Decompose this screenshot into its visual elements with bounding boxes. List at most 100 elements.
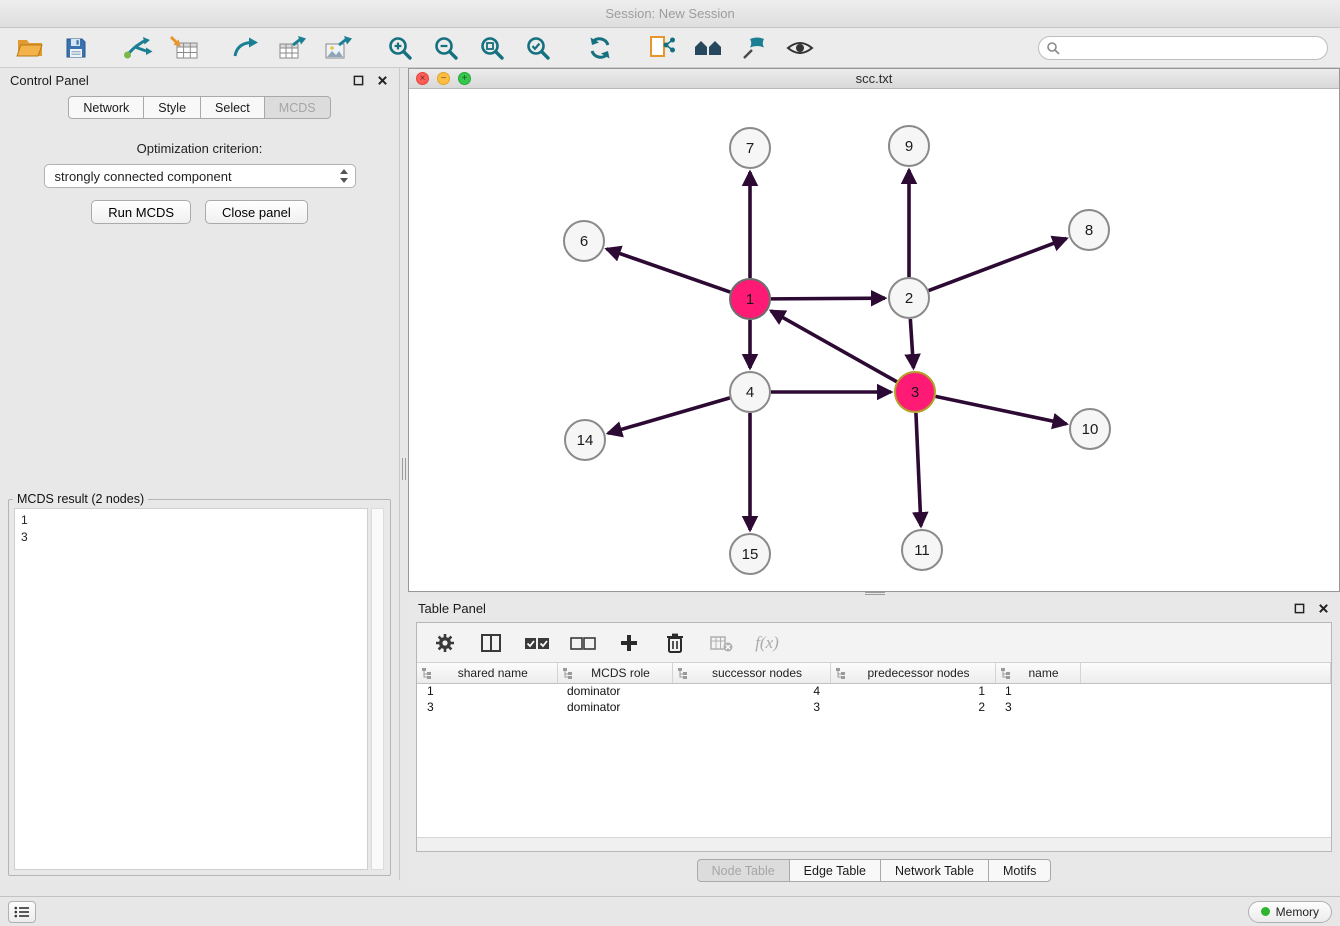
home-neighborhood-button[interactable] bbox=[690, 32, 726, 64]
table-cell[interactable]: 1 bbox=[417, 683, 557, 699]
show-columns-button[interactable] bbox=[477, 629, 505, 657]
import-network-icon bbox=[123, 35, 153, 61]
node-label-6: 6 bbox=[580, 233, 588, 250]
vertical-splitter[interactable] bbox=[400, 68, 408, 896]
edge-2-3[interactable] bbox=[910, 319, 913, 368]
column-header-shared-name[interactable]: shared name bbox=[417, 663, 557, 683]
table-cell[interactable]: 3 bbox=[995, 699, 1080, 715]
column-header-name[interactable]: name bbox=[995, 663, 1080, 683]
columns-icon bbox=[480, 633, 502, 653]
zoom-selected-button[interactable] bbox=[520, 32, 556, 64]
zoom-window-button[interactable]: + bbox=[458, 72, 471, 85]
zoom-fit-button[interactable] bbox=[474, 32, 510, 64]
export-network-button[interactable] bbox=[228, 32, 264, 64]
function-builder-button[interactable]: f(x) bbox=[753, 629, 781, 657]
tab-network-table[interactable]: Network Table bbox=[880, 859, 989, 882]
memory-button[interactable]: Memory bbox=[1248, 901, 1332, 923]
delete-table-icon bbox=[709, 633, 733, 653]
close-window-button[interactable]: × bbox=[416, 72, 429, 85]
table-settings-button[interactable] bbox=[431, 629, 459, 657]
table-cell[interactable]: 4 bbox=[672, 683, 830, 699]
save-session-button[interactable] bbox=[58, 32, 94, 64]
node-label-11: 11 bbox=[914, 542, 930, 559]
column-header-mcds-role[interactable]: MCDS role bbox=[557, 663, 672, 683]
horizontal-splitter-grip[interactable] bbox=[865, 592, 885, 595]
create-column-button[interactable] bbox=[615, 629, 643, 657]
table-cell[interactable]: 1 bbox=[995, 683, 1080, 699]
import-table-button[interactable] bbox=[166, 32, 202, 64]
open-session-button[interactable] bbox=[12, 32, 48, 64]
style-button[interactable] bbox=[736, 32, 772, 64]
column-header-successor-nodes[interactable]: successor nodes bbox=[672, 663, 830, 683]
zoom-out-icon bbox=[433, 35, 459, 61]
tab-mcds[interactable]: MCDS bbox=[264, 96, 331, 119]
run-mcds-button[interactable]: Run MCDS bbox=[91, 200, 191, 224]
tab-network[interactable]: Network bbox=[68, 96, 144, 119]
tab-select[interactable]: Select bbox=[200, 96, 265, 119]
table-cell[interactable]: 1 bbox=[830, 683, 995, 699]
export-image-button[interactable] bbox=[320, 32, 356, 64]
close-table-panel-button[interactable] bbox=[1316, 601, 1330, 615]
table-cell[interactable]: 3 bbox=[417, 699, 557, 715]
select-all-columns-button[interactable] bbox=[523, 629, 551, 657]
table-panel-title: Table Panel bbox=[418, 601, 486, 616]
table-panel: Table Panel bbox=[408, 596, 1340, 888]
column-type-icon bbox=[677, 667, 689, 679]
column-type-icon bbox=[562, 667, 574, 679]
tab-node-table[interactable]: Node Table bbox=[697, 859, 790, 882]
open-folder-icon bbox=[16, 36, 44, 60]
search-input[interactable] bbox=[1038, 36, 1328, 60]
tab-motifs[interactable]: Motifs bbox=[988, 859, 1051, 882]
edge-1-2[interactable] bbox=[771, 298, 885, 299]
mcds-result-list[interactable]: 13 bbox=[14, 508, 368, 870]
delete-column-button[interactable] bbox=[661, 629, 689, 657]
close-panel-button[interactable] bbox=[375, 73, 389, 87]
table-cell[interactable]: 3 bbox=[672, 699, 830, 715]
apply-layout-button[interactable] bbox=[582, 32, 618, 64]
tab-style[interactable]: Style bbox=[143, 96, 201, 119]
edge-3-10[interactable] bbox=[936, 396, 1067, 424]
result-scrollbar[interactable] bbox=[371, 508, 384, 870]
edge-3-11[interactable] bbox=[916, 413, 921, 526]
table-horizontal-scrollbar[interactable] bbox=[417, 837, 1331, 851]
column-type-icon bbox=[421, 667, 433, 679]
control-panel-title: Control Panel bbox=[10, 73, 89, 88]
float-panel-button[interactable] bbox=[351, 73, 365, 87]
import-network-button[interactable] bbox=[120, 32, 156, 64]
table-row[interactable]: 3dominator323 bbox=[417, 699, 1331, 715]
node-label-4: 4 bbox=[746, 384, 754, 401]
import-table-icon bbox=[169, 35, 199, 61]
table-cell[interactable]: dominator bbox=[557, 699, 672, 715]
paintbrush-icon bbox=[741, 35, 767, 61]
table-cell[interactable]: 2 bbox=[830, 699, 995, 715]
close-panel-action-button[interactable]: Close panel bbox=[205, 200, 308, 224]
edge-3-1[interactable] bbox=[771, 311, 897, 382]
network-overview-button[interactable] bbox=[644, 32, 680, 64]
import-group bbox=[120, 32, 202, 64]
session-group bbox=[12, 32, 94, 64]
optimization-criterion-select[interactable]: strongly connected component bbox=[44, 164, 356, 188]
zoom-out-button[interactable] bbox=[428, 32, 464, 64]
column-header-predecessor-nodes[interactable]: predecessor nodes bbox=[830, 663, 995, 683]
zoom-in-button[interactable] bbox=[382, 32, 418, 64]
network-canvas[interactable]: 7968124314101511 bbox=[409, 89, 1339, 591]
task-history-button[interactable] bbox=[8, 901, 36, 923]
table-row[interactable]: 1dominator411 bbox=[417, 683, 1331, 699]
edge-1-6[interactable] bbox=[607, 249, 731, 292]
delete-table-button[interactable] bbox=[707, 629, 735, 657]
network-graph[interactable]: 7968124314101511 bbox=[409, 89, 1339, 591]
vertical-splitter-grip[interactable] bbox=[402, 458, 406, 480]
control-panel-tabs: Network Style Select MCDS bbox=[0, 96, 399, 119]
network-window-titlebar[interactable]: × − + scc.txt bbox=[409, 69, 1339, 89]
unselect-all-columns-button[interactable] bbox=[569, 629, 597, 657]
tab-edge-table[interactable]: Edge Table bbox=[789, 859, 881, 882]
export-table-button[interactable] bbox=[274, 32, 310, 64]
float-table-panel-button[interactable] bbox=[1292, 601, 1306, 615]
show-details-button[interactable] bbox=[782, 32, 818, 64]
edge-4-14[interactable] bbox=[608, 398, 730, 433]
optimization-criterion-label: Optimization criterion: bbox=[0, 141, 399, 156]
table-cell[interactable]: dominator bbox=[557, 683, 672, 699]
zoom-fit-icon bbox=[479, 35, 505, 61]
edge-2-8[interactable] bbox=[929, 238, 1067, 290]
minimize-window-button[interactable]: − bbox=[437, 72, 450, 85]
